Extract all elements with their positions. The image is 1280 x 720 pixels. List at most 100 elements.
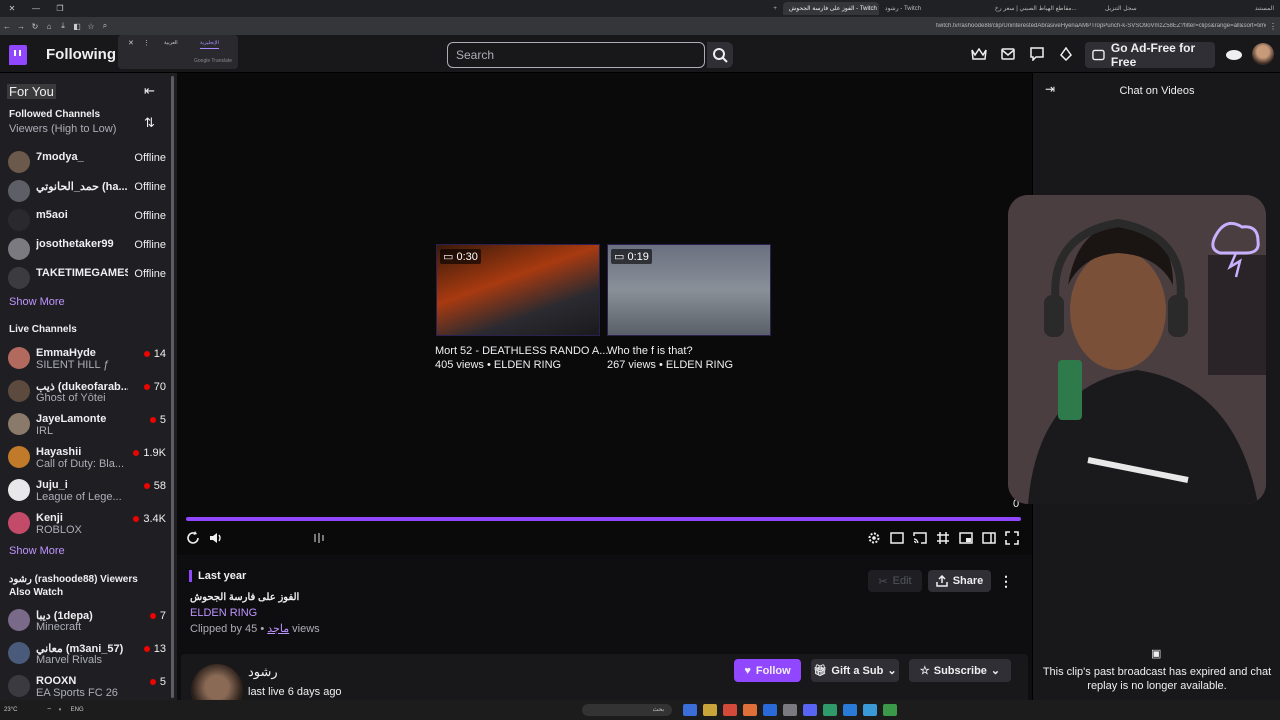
sidebar-channel-juju[interactable]: Juju_i League of Lege... 58 [8,479,166,509]
volume-icon[interactable] [208,530,224,546]
channel-game: Call of Duty: Bla... [36,458,125,470]
more-options-icon[interactable]: ⋮ [997,570,1015,592]
app-icon[interactable] [683,704,697,716]
for-you-heading: For You [7,84,56,99]
reload-icon[interactable]: ↻ [28,22,42,31]
picture-in-picture-icon[interactable] [958,530,974,546]
app-icon[interactable] [883,704,897,716]
browser-tab[interactable]: مقاطع الهياط الصيني | سعر رخ... [989,2,1099,15]
app-icon[interactable] [863,704,877,716]
sidebar-scrollbar[interactable] [171,76,174,698]
close-icon[interactable]: ✕ [128,39,134,47]
viewer-number: 1.9K [143,447,166,459]
twitch-logo-icon[interactable] [9,45,27,65]
video-player[interactable]: ▭ 0:30 ▭ 0:19 Mort 52 - DEATHLESS RANDO … [177,73,1032,555]
download-icon[interactable]: ⤓ [56,21,70,31]
recommended-clip-title[interactable]: Mort 52 - DEATHLESS RANDO A... [435,345,608,357]
sidebar-channel-m3ani57[interactable]: معاني (m3ani_57) Marvel Rivals 13 [8,642,166,672]
app-icon[interactable] [783,704,797,716]
app-icon[interactable] [823,704,837,716]
browser-icon[interactable] [743,704,757,716]
sidebar-channel-1depa[interactable]: ديبا (1depa) Minecraft 7 [8,609,166,639]
sidebar-channel-jayelamonte[interactable]: JayeLamonte IRL 5 [8,413,166,443]
back-icon[interactable]: ← [0,22,14,31]
cast-icon[interactable] [912,530,928,546]
avatar [8,347,30,369]
sidebar-channel-josothetaker99[interactable]: josothetaker99 Offline [8,238,166,268]
translate-lang-english[interactable]: الإنجليزية [200,40,219,49]
search-button[interactable] [707,42,733,68]
sidebar-channel-dukeofarabia[interactable]: ذيب (dukeofarab... Ghost of Yōtei 70 [8,380,166,410]
sidebar-channel-kenji[interactable]: Kenji ROBLOX 3.4K [8,512,166,542]
recommended-clip-thumbnail[interactable]: ▭ 0:19 [607,244,771,336]
volume-tray-icon[interactable]: ◖ [58,707,62,713]
browser-tab-active[interactable]: الفوز على فارسة الجحوش - Twitch [782,2,879,15]
browser-tab[interactable]: رشود - Twitch [879,2,989,15]
discord-icon[interactable] [803,704,817,716]
search-input[interactable]: Search [447,42,705,68]
star-icon: ☆ [919,665,930,677]
windows-taskbar: 23°C ⌔ ◖ ENG بحث [0,700,1280,720]
new-tab-button[interactable]: + [767,2,783,15]
sidebar-channel-7modya[interactable]: 7modya_ Offline [8,151,166,181]
translate-lang-arabic[interactable]: العربية [164,40,178,46]
recommended-clip-thumbnail[interactable]: ▭ 0:30 [436,244,600,336]
ad-free-button[interactable]: Go Ad-Free for Free [1085,41,1215,69]
search-taskbar-input[interactable]: بحث [582,704,672,716]
extension-icon[interactable]: ◧ [70,22,84,31]
edge-icon[interactable] [843,704,857,716]
collapse-sidebar-icon[interactable]: ⇤ [144,83,155,99]
crown-icon[interactable] [970,45,988,63]
tab-label: رشود - Twitch [884,6,921,12]
star-icon[interactable]: ☆ [84,22,98,31]
chrome-icon[interactable] [763,704,777,716]
inbox-icon[interactable] [999,45,1017,63]
subscribe-button[interactable]: ☆ Subscribe ⌄ [909,659,1011,682]
share-button[interactable]: Share [928,570,991,592]
clip-create-icon[interactable] [935,530,951,546]
app-icon[interactable] [723,704,737,716]
wifi-icon[interactable]: ⌔ [46,706,52,714]
gift-sub-button[interactable]: 🎁︎ Gift a Sub ⌄ [811,659,899,682]
folder-icon[interactable] [703,704,717,716]
clipper-link[interactable]: ماجد [267,623,289,635]
url-field[interactable]: twitch.tv/rashoode88/clip/UninterestedAb… [936,23,1266,29]
following-link[interactable]: Following [46,46,116,63]
show-more-followed[interactable]: Show More [9,296,65,308]
bits-icon[interactable] [1057,45,1075,63]
clip-game-link[interactable]: ELDEN RING [190,607,257,619]
forward-icon[interactable]: → [14,22,28,31]
sidebar-channel-emmahyde[interactable]: EmmaHyde SILENT HILL ƒ 14 [8,347,166,377]
sort-icon[interactable]: ⇅ [144,115,155,131]
sidebar-toggle-icon[interactable] [981,530,997,546]
sidebar-channel-hayashii[interactable]: Hayashii Call of Duty: Bla... 1.9K [8,446,166,476]
follow-button[interactable]: ♥ Follow [734,659,801,682]
home-icon[interactable]: ⌂ [42,22,56,31]
show-more-live[interactable]: Show More [9,545,65,557]
restore-window-icon[interactable]: ❐ [48,4,72,13]
sidebar-channel-m5aoi[interactable]: m5aoi Offline [8,209,166,239]
recommended-clip-title[interactable]: Who the f is that? [607,345,693,357]
fullscreen-icon[interactable] [1004,530,1020,546]
browser-tab[interactable]: سجل التنزيل [1099,2,1189,15]
translate-icon[interactable]: ⌕ [98,21,112,31]
edit-button[interactable]: ✂ Edit [868,570,922,592]
menu-icon[interactable]: ⋮ [1266,22,1280,31]
sidebar-channel-hamad[interactable]: حمد_الحانوتي (ha... Offline [8,180,166,210]
theatre-mode-icon[interactable] [889,530,905,546]
user-avatar[interactable] [1252,43,1274,65]
close-window-icon[interactable]: ✕ [0,4,24,13]
whispers-icon[interactable] [1028,45,1046,63]
minimize-window-icon[interactable]: — [24,4,48,13]
prime-crown-icon[interactable] [1225,45,1243,63]
settings-gear-icon[interactable] [866,530,882,546]
sidebar: For You ⇤ Followed Channels Viewers (Hig… [0,73,177,700]
language-indicator[interactable]: ENG [71,707,84,713]
sidebar-channel-rooxn[interactable]: ROOXN EA Sports FC 26 5 [8,675,166,700]
more-icon[interactable]: ⋮ [143,39,150,47]
profile-label[interactable]: المستند [1249,2,1280,15]
progress-bar[interactable] [186,517,1021,521]
sidebar-channel-taketimegames[interactable]: TAKETIMEGAMES Offline [8,267,166,297]
replay-icon[interactable] [185,530,201,546]
channel-name[interactable]: رشود [248,664,278,680]
